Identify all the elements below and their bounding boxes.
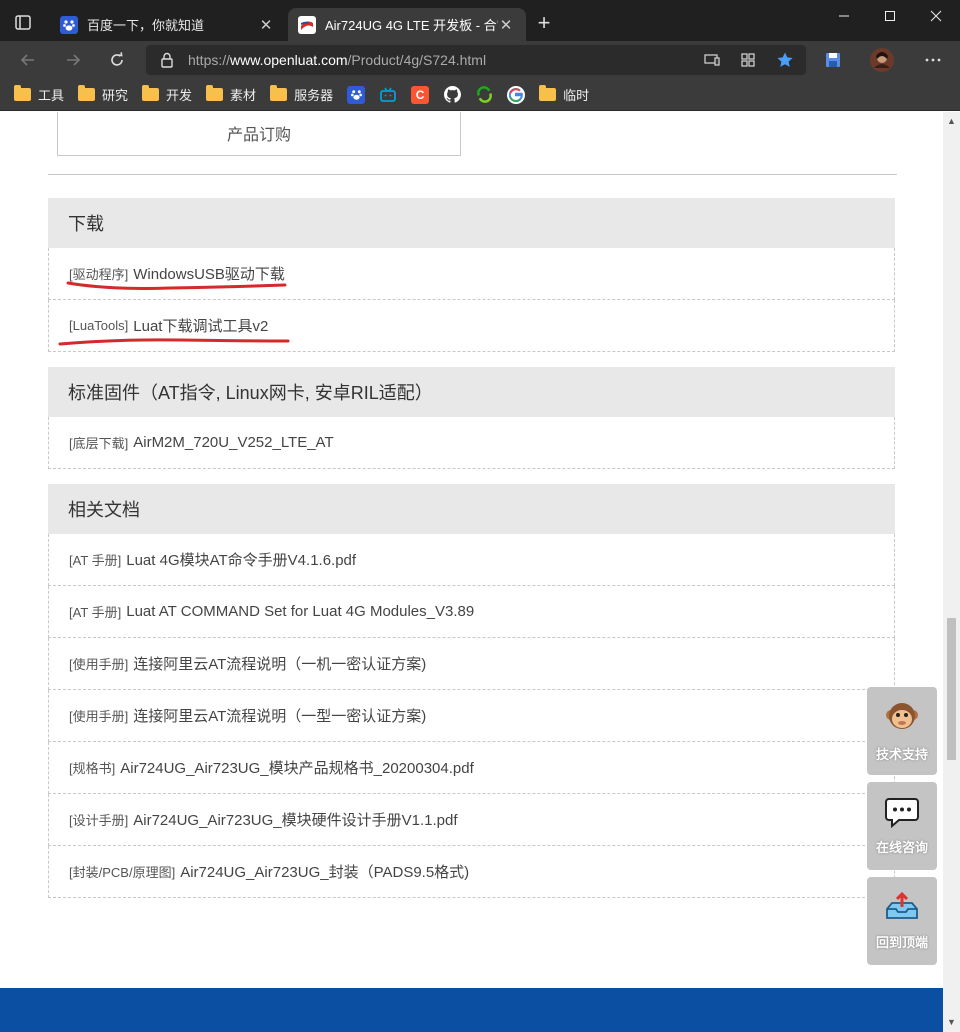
back-arrow-icon[interactable] (15, 47, 41, 73)
chat-bubble-icon (885, 796, 919, 833)
forward-arrow-icon[interactable] (60, 47, 86, 73)
address-bar[interactable]: https://www.openluat.com/Product/4g/S724… (146, 45, 806, 75)
back-to-top-button[interactable]: 回到顶端 (867, 877, 937, 965)
float-label: 技术支持 (875, 747, 928, 762)
close-tab-icon[interactable]: ✕ (258, 17, 274, 34)
minimize-button[interactable] (822, 0, 866, 32)
tab-title: Air724UG 4G LTE 开发板 - 合宙Lu (325, 18, 498, 33)
tab-baidu[interactable]: 百度一下，你就知道 ✕ (50, 8, 286, 41)
profile-avatar[interactable] (869, 47, 895, 73)
bookmark-github[interactable] (443, 86, 461, 104)
section-title: 相关文档 (48, 484, 895, 534)
github-icon (443, 86, 461, 104)
red-underline-annotation (58, 281, 290, 346)
page-content: 产品订购 下载 [驱动程序] WindowsUSB驱动下载 [LuaTools] L… (0, 112, 943, 1032)
tech-support-button[interactable]: 技术支持 (867, 687, 937, 775)
firmware-section: 标准固件（AT指令, Linux网卡, 安卓RIL适配） [底层下载] AirM2… (48, 367, 895, 469)
bookmark-baidu[interactable] (347, 85, 366, 104)
csdn-icon: C (411, 85, 430, 104)
upload-tray-icon (884, 891, 920, 928)
close-window-button[interactable] (914, 0, 958, 32)
float-label: 在线咨询 (875, 840, 928, 855)
lock-icon[interactable] (160, 52, 174, 73)
tab-actions-icon[interactable] (12, 12, 34, 34)
doc-link[interactable]: [设计手册] Air724UG_Air723UG_模块硬件设计手册V1.1.pdf (48, 794, 895, 846)
bookmark-folder[interactable]: 工具 (14, 85, 64, 104)
navigation-bar: https://www.openluat.com/Product/4g/S724… (0, 41, 960, 79)
bookmark-bilibili[interactable] (379, 86, 397, 104)
read-aloud-icon[interactable] (704, 52, 720, 73)
doc-link[interactable]: [使用手册] 连接阿里云AT流程说明（一型一密认证方案) (48, 690, 895, 742)
docs-section: 相关文档 [AT 手册] Luat 4G模块AT命令手册V4.1.6.pdf [A… (48, 484, 895, 898)
bookmark-folder[interactable]: 临时 (539, 85, 589, 104)
doc-link[interactable]: [AT 手册] Luat 4G模块AT命令手册V4.1.6.pdf (48, 534, 895, 586)
doc-link[interactable]: [AT 手册] Luat AT COMMAND Set for Luat 4G M… (48, 586, 895, 638)
float-label: 回到顶端 (875, 935, 928, 950)
scrollbar-thumb[interactable] (947, 618, 956, 760)
monkey-icon (884, 699, 920, 740)
footer-band (0, 988, 943, 1032)
bookmark-folder[interactable]: 服务器 (270, 85, 333, 104)
doc-link[interactable]: [使用手册] 连接阿里云AT流程说明（一机一密认证方案) (48, 638, 895, 690)
vertical-scrollbar[interactable]: ▲ ▼ (943, 112, 960, 1032)
folder-icon (14, 85, 31, 101)
scroll-up-arrow-icon[interactable]: ▲ (947, 117, 956, 126)
tab-openluat[interactable]: Air724UG 4G LTE 开发板 - 合宙Lu ✕ (288, 8, 526, 41)
close-tab-icon[interactable]: ✕ (498, 17, 514, 34)
folder-icon (539, 85, 557, 101)
bookmark-folder[interactable]: 素材 (206, 85, 256, 104)
green-refresh-icon (475, 86, 493, 104)
refresh-icon[interactable] (104, 47, 130, 73)
url-text: https://www.openluat.com/Product/4g/S724… (188, 52, 487, 68)
bookmark-folder[interactable]: 开发 (142, 85, 192, 104)
favorite-star-icon[interactable] (776, 51, 794, 74)
tab-title: 百度一下，你就知道 (87, 18, 205, 33)
scroll-down-arrow-icon[interactable]: ▼ (947, 1018, 956, 1027)
online-consult-button[interactable]: 在线咨询 (867, 782, 937, 870)
new-tab-button[interactable]: + (533, 12, 555, 35)
save-extension-icon[interactable] (820, 47, 846, 73)
bookmarks-bar: 工具 研究 开发 素材 服务器 C 临时 (0, 79, 960, 111)
collections-grid-icon[interactable] (740, 52, 756, 73)
bookmark-csdn[interactable]: C (411, 85, 430, 104)
baidu-icon (347, 85, 366, 104)
google-icon (507, 85, 526, 104)
folder-icon (270, 85, 288, 101)
section-title: 标准固件（AT指令, Linux网卡, 安卓RIL适配） (48, 367, 895, 417)
bilibili-icon (379, 86, 397, 104)
baidu-favicon-icon (60, 15, 78, 34)
openluat-favicon-icon (298, 15, 316, 34)
doc-link[interactable]: [封装/PCB/原理图] Air724UG_Air723UG_封装（PADS9.5… (48, 846, 895, 898)
bookmark-green-refresh[interactable] (475, 86, 493, 104)
doc-link[interactable]: [规格书] Air724UG_Air723UG_模块产品规格书_20200304.… (48, 742, 895, 794)
more-menu-icon[interactable] (920, 47, 946, 73)
folder-icon (142, 85, 160, 101)
firmware-link[interactable]: [底层下载] AirM2M_720U_V252_LTE_AT (48, 417, 895, 469)
bookmark-google[interactable] (507, 85, 526, 104)
title-bar: 百度一下，你就知道 ✕ Air724UG 4G LTE 开发板 - 合宙Lu ✕… (0, 0, 960, 41)
folder-icon (78, 85, 96, 101)
browser-window: 百度一下，你就知道 ✕ Air724UG 4G LTE 开发板 - 合宙Lu ✕… (0, 0, 960, 1032)
bookmark-folder[interactable]: 研究 (78, 85, 128, 104)
folder-icon (206, 85, 224, 101)
maximize-button[interactable] (868, 0, 912, 32)
